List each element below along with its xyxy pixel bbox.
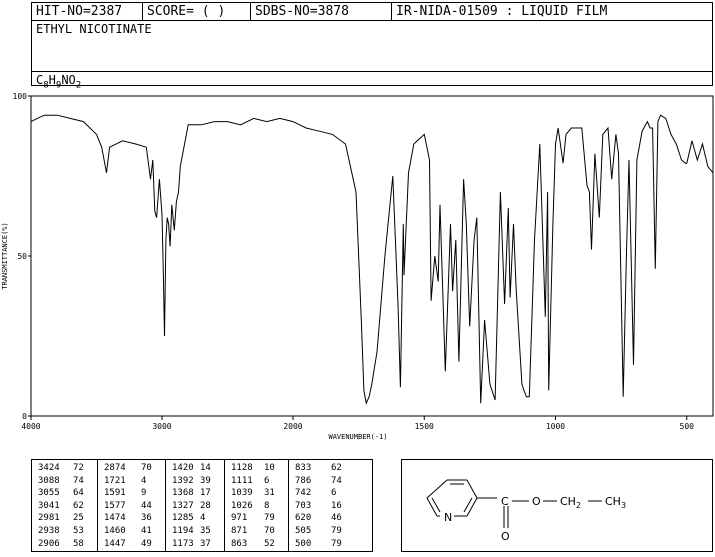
peak-wavenumber: 1368 xyxy=(172,488,194,499)
peak-table-column: 2874 70 1721 4 1591 9 1577 44 1474 36 1460 41 1447 49 xyxy=(98,460,166,551)
y-tick-label: 0 xyxy=(22,412,27,421)
x-tick-label: 3000 xyxy=(152,422,171,431)
peak-wavenumber: 1447 xyxy=(104,538,126,549)
peak-table: 3424 72 3088 74 3055 64 3041 62 2981 25 2938 53 2906… xyxy=(31,459,373,552)
peak-transmittance: 72 xyxy=(73,463,84,473)
peak-transmittance: 74 xyxy=(331,475,342,486)
peak-transmittance: 79 xyxy=(331,538,342,549)
peak-wavenumber: 1327 xyxy=(172,500,194,511)
axis-ticks: 4000 3000 2000 1500 1000 500 0 50 100 xyxy=(13,92,695,431)
peak-transmittance: 17 xyxy=(200,488,211,499)
peak-wavenumber: 505 xyxy=(295,526,312,536)
peak-transmittance: 9 xyxy=(141,488,147,499)
peak-transmittance: 79 xyxy=(264,513,275,524)
peak-transmittance: 49 xyxy=(141,538,152,549)
x-tick-label: 2000 xyxy=(283,422,302,431)
peak-wavenumber: 1591 xyxy=(104,488,126,499)
peak-transmittance: 64 xyxy=(73,488,84,499)
peak-wavenumber: 2981 xyxy=(38,513,60,524)
peak-transmittance: 10 xyxy=(264,463,275,473)
peak-transmittance: 16 xyxy=(331,500,342,511)
peak-wavenumber: 1420 xyxy=(172,463,194,473)
peak-wavenumber: 3041 xyxy=(38,500,60,511)
peak-transmittance: 31 xyxy=(264,488,275,499)
carbonyl-carbon: C xyxy=(501,495,509,508)
peak-wavenumber: 1128 xyxy=(231,463,253,473)
x-axis-label: WAVENUMBER(-1) xyxy=(328,433,387,441)
peak-wavenumber: 786 xyxy=(295,475,312,486)
peak-transmittance: 46 xyxy=(331,513,342,524)
peak-transmittance: 58 xyxy=(73,538,84,549)
peak-transmittance: 8 xyxy=(264,500,270,511)
peak-wavenumber: 863 xyxy=(231,538,248,549)
peak-transmittance: 44 xyxy=(141,500,152,511)
peak-wavenumber: 1460 xyxy=(104,526,126,536)
peak-transmittance: 4 xyxy=(141,475,147,486)
molecule-structure: N C O O CH2 CH3 xyxy=(426,479,626,543)
ester-oxygen: O xyxy=(532,495,541,508)
peak-transmittance: 70 xyxy=(264,526,275,536)
peak-transmittance: 6 xyxy=(264,475,270,486)
peak-wavenumber: 1039 xyxy=(231,488,253,499)
peak-transmittance: 6 xyxy=(331,488,337,499)
x-tick-label: 1500 xyxy=(415,422,434,431)
peak-transmittance: 79 xyxy=(331,526,342,536)
peak-wavenumber: 500 xyxy=(295,538,312,549)
peak-transmittance: 39 xyxy=(200,475,211,486)
y-tick-label: 50 xyxy=(17,252,27,261)
ring-nitrogen: N xyxy=(444,511,452,524)
x-tick-label: 500 xyxy=(680,422,695,431)
spectrum-line xyxy=(30,114,714,405)
peak-wavenumber: 971 xyxy=(231,513,248,524)
peak-transmittance: 62 xyxy=(73,500,84,511)
peak-transmittance: 62 xyxy=(331,463,342,473)
peak-wavenumber: 1577 xyxy=(104,500,126,511)
methylene-group: CH2 xyxy=(560,495,581,510)
peak-transmittance: 53 xyxy=(73,526,84,536)
peak-wavenumber: 3055 xyxy=(38,488,60,499)
peak-wavenumber: 1721 xyxy=(104,475,126,486)
peak-transmittance: 36 xyxy=(141,513,152,524)
peak-table-column: 1420 14 1392 39 1368 17 1327 28 1285 4 1194 35 1173 3… xyxy=(166,460,225,551)
x-tick-label: 4000 xyxy=(21,422,40,431)
y-axis-label: TRANSMITTANCE(%) xyxy=(1,222,9,289)
peak-transmittance: 35 xyxy=(200,526,211,536)
carbonyl-oxygen: O xyxy=(501,530,510,543)
peak-transmittance: 14 xyxy=(200,463,211,473)
peak-wavenumber: 2874 xyxy=(104,463,126,473)
peak-wavenumber: 1285 xyxy=(172,513,194,524)
peak-table-column: 1128 10 1111 6 1039 31 1026 8 971 79 871 70 863 52 xyxy=(225,460,289,551)
peak-wavenumber: 2906 xyxy=(38,538,60,549)
plot-frame xyxy=(30,95,714,417)
peak-table-column: 833 62 786 74 742 6 703 16 620 46 505 79 500 79 xyxy=(289,460,356,551)
peak-transmittance: 74 xyxy=(73,475,84,486)
peak-wavenumber: 1026 xyxy=(231,500,253,511)
peak-wavenumber: 742 xyxy=(295,488,312,499)
peak-transmittance: 37 xyxy=(200,538,211,549)
peak-transmittance: 25 xyxy=(73,513,84,524)
peak-wavenumber: 1111 xyxy=(231,475,253,486)
structure-panel: N C O O CH2 CH3 xyxy=(401,459,713,552)
peak-transmittance: 4 xyxy=(200,513,206,524)
peak-wavenumber: 3088 xyxy=(38,475,60,486)
peak-wavenumber: 1194 xyxy=(172,526,194,536)
peak-wavenumber: 1392 xyxy=(172,475,194,486)
peak-wavenumber: 3424 xyxy=(38,463,60,473)
y-tick-label: 100 xyxy=(13,92,28,101)
x-tick-label: 1000 xyxy=(546,422,565,431)
peak-wavenumber: 703 xyxy=(295,500,312,511)
peak-transmittance: 41 xyxy=(141,526,152,536)
peak-transmittance: 28 xyxy=(200,500,211,511)
peak-wavenumber: 871 xyxy=(231,526,248,536)
peak-wavenumber: 2938 xyxy=(38,526,60,536)
peak-transmittance: 70 xyxy=(141,463,152,473)
methyl-group: CH3 xyxy=(605,495,626,510)
peak-table-column: 3424 72 3088 74 3055 64 3041 62 2981 25 2938 53 2906… xyxy=(32,460,98,551)
peak-wavenumber: 1173 xyxy=(172,538,194,549)
peak-transmittance: 52 xyxy=(264,538,275,549)
peak-wavenumber: 620 xyxy=(295,513,312,524)
peak-wavenumber: 833 xyxy=(295,463,312,473)
peak-wavenumber: 1474 xyxy=(104,513,126,524)
